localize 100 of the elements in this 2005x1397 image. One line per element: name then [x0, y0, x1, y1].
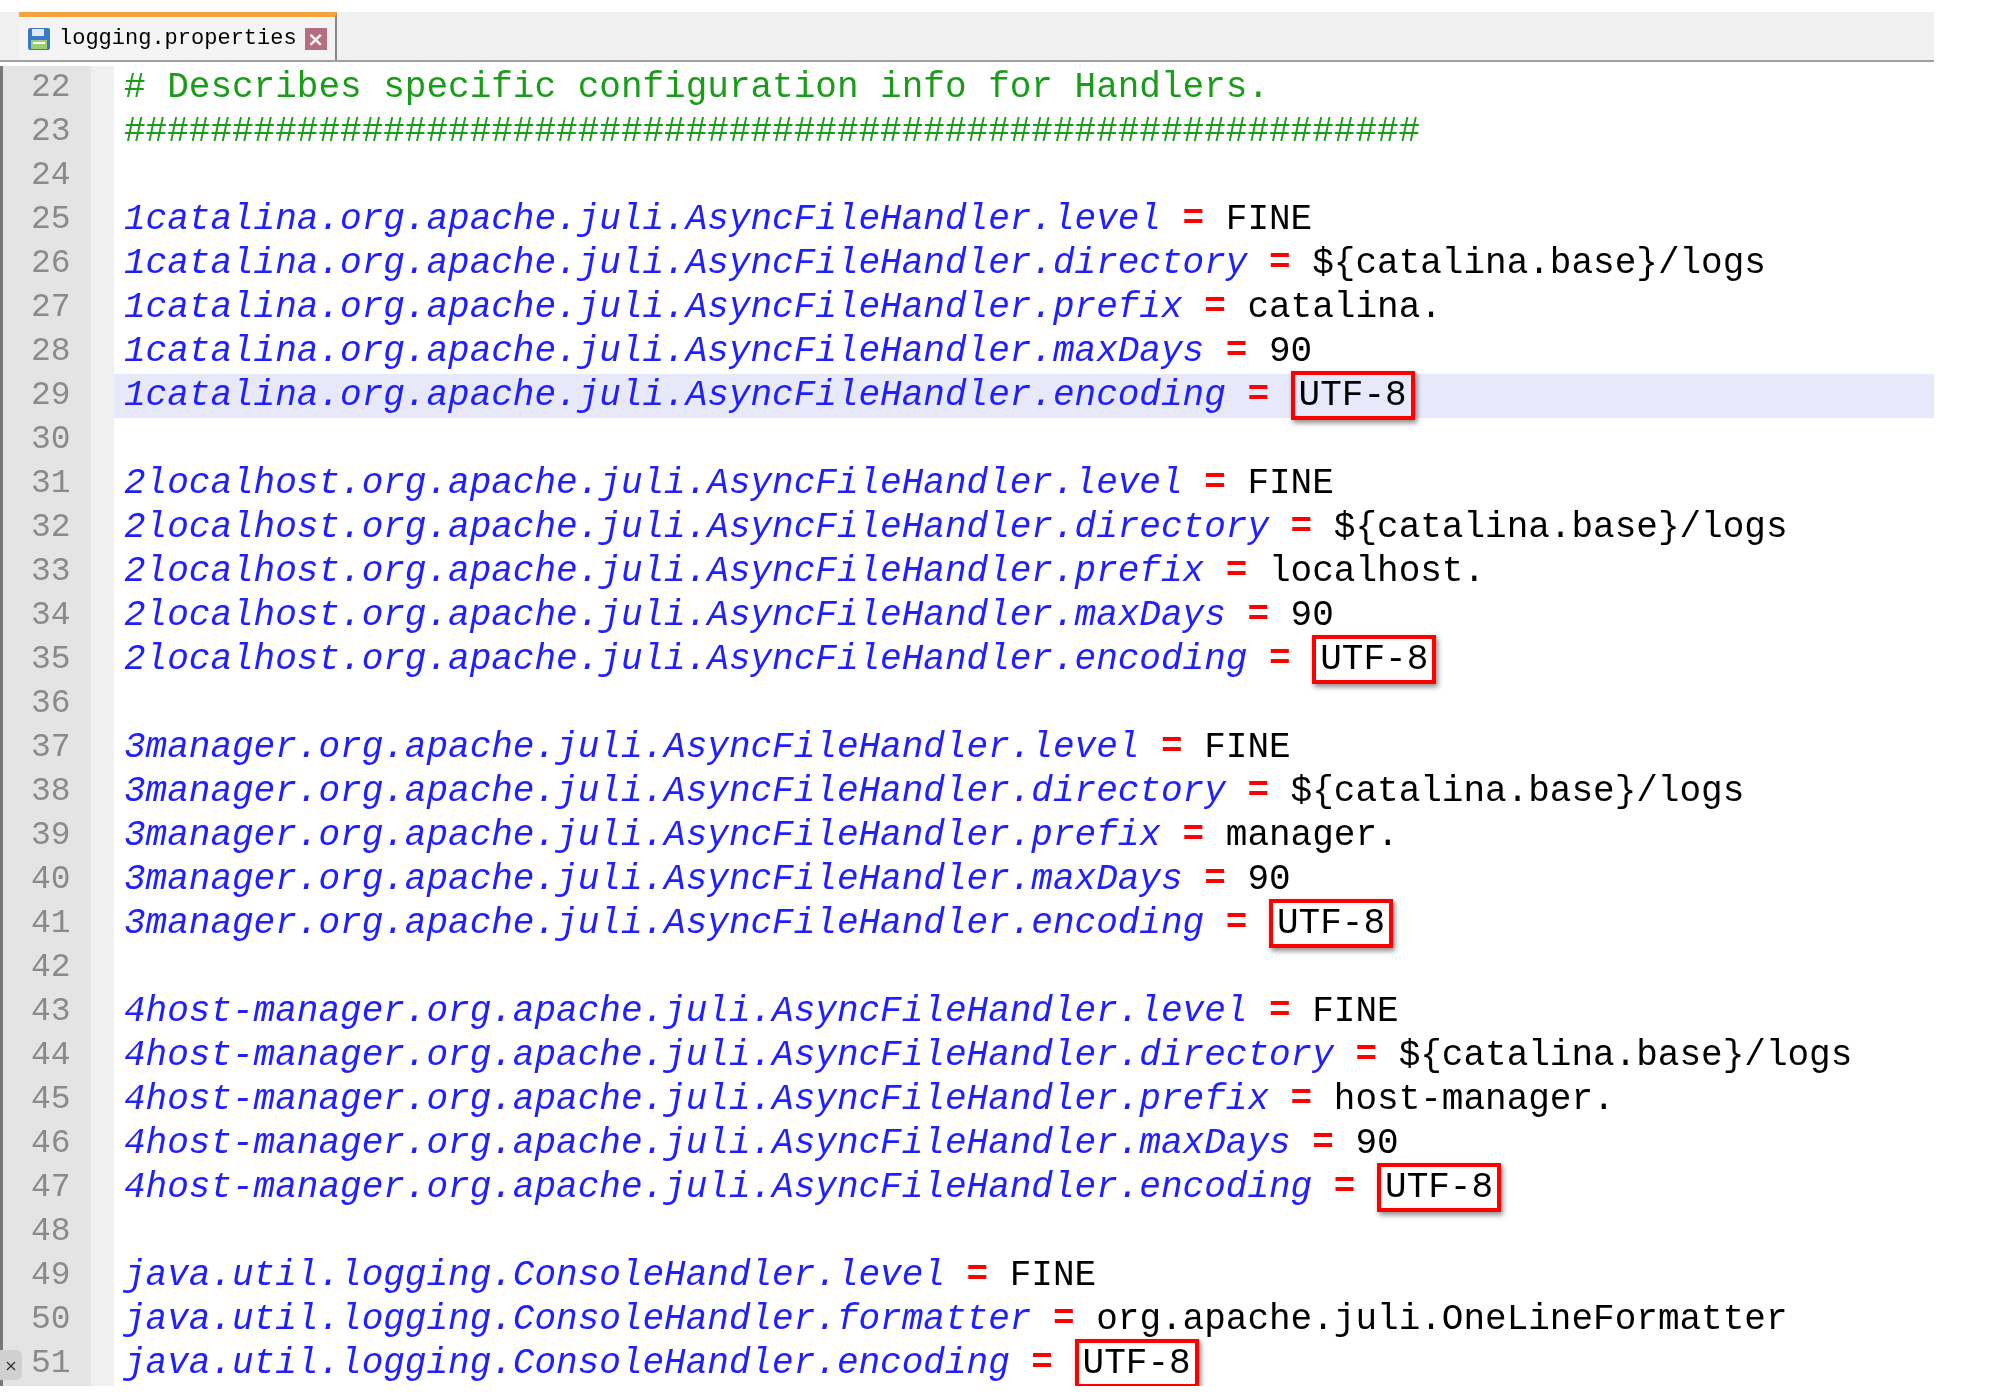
property-key: 1catalina.org.apache.juli.AsyncFileHandler.maxDays	[124, 331, 1205, 372]
property-key: 4host-manager.org.apache.juli.AsyncFileHandler.encoding	[124, 1167, 1313, 1208]
property-key: 3manager.org.apache.juli.AsyncFileHandler.encoding	[124, 903, 1205, 944]
line-number: 23	[0, 110, 114, 154]
line-number: 26	[0, 242, 114, 286]
line-number: 31	[0, 462, 114, 506]
equals-sign: =	[1247, 375, 1269, 416]
highlighted-value: UTF-8	[1074, 1339, 1199, 1386]
highlighted-value: UTF-8	[1377, 1163, 1502, 1212]
equals-sign: =	[1312, 1123, 1334, 1164]
property-value: FINE	[1204, 727, 1291, 768]
property-key: 3manager.org.apache.juli.AsyncFileHandler.directory	[124, 771, 1226, 812]
close-icon[interactable]: ×	[0, 1350, 22, 1380]
line-number: 33	[0, 550, 114, 594]
property-key: 3manager.org.apache.juli.AsyncFileHandler.prefix	[124, 815, 1161, 856]
equals-sign: =	[1269, 243, 1291, 284]
property-key: 1catalina.org.apache.juli.AsyncFileHandler.level	[124, 199, 1161, 240]
line-number: 29	[0, 374, 114, 418]
equals-sign: =	[1247, 771, 1269, 812]
property-value: ${catalina.base}/logs	[1333, 507, 1788, 548]
line-number: 43	[0, 990, 114, 1034]
code-comment: ############################################################	[124, 111, 1421, 152]
line-number: 45	[0, 1078, 114, 1122]
line-number: 44	[0, 1034, 114, 1078]
line-number: 36	[0, 682, 114, 726]
property-value: localhost.	[1269, 551, 1486, 592]
property-key: 2localhost.org.apache.juli.AsyncFileHandler.encoding	[124, 639, 1248, 680]
property-key: 3manager.org.apache.juli.AsyncFileHandler.level	[124, 727, 1140, 768]
line-number: 50	[0, 1298, 114, 1342]
property-value: 90	[1290, 595, 1334, 636]
property-key: 1catalina.org.apache.juli.AsyncFileHandler.prefix	[124, 287, 1183, 328]
line-number: 37	[0, 726, 114, 770]
equals-sign: =	[1290, 1079, 1313, 1120]
line-number: 46	[0, 1122, 114, 1166]
line-number: 47	[0, 1166, 114, 1210]
property-value: FINE	[1312, 991, 1399, 1032]
property-key: 1catalina.org.apache.juli.AsyncFileHandler.encoding	[124, 375, 1226, 416]
property-value: ${catalina.base}/logs	[1398, 1035, 1853, 1076]
property-value: ${catalina.base}/logs	[1312, 243, 1766, 284]
equals-sign: =	[1225, 551, 1248, 592]
property-value: FINE	[1247, 463, 1334, 504]
highlighted-value: UTF-8	[1290, 371, 1415, 420]
code-comment: # Describes specific configuration info for Handlers.	[124, 67, 1269, 108]
equals-sign: =	[1269, 991, 1291, 1032]
line-number: 24	[0, 154, 114, 198]
line-number: 42	[0, 946, 114, 990]
highlighted-value: UTF-8	[1269, 899, 1394, 948]
equals-sign: =	[1225, 331, 1248, 372]
property-key: 4host-manager.org.apache.juli.AsyncFileHandler.maxDays	[124, 1123, 1291, 1164]
close-icon[interactable]: ×	[304, 27, 327, 50]
line-number: 28	[0, 330, 114, 374]
property-key: java.util.logging.ConsoleHandler.formatter	[124, 1299, 1032, 1340]
line-number: 27	[0, 286, 114, 330]
property-value: FINE	[1009, 1255, 1097, 1296]
equals-sign: =	[1182, 815, 1205, 856]
line-number: 34	[0, 594, 114, 638]
line-number: 38	[0, 770, 114, 814]
property-key: java.util.logging.ConsoleHandler.encoding	[124, 1343, 1010, 1384]
line-number: 49	[0, 1254, 114, 1298]
equals-sign: =	[1225, 903, 1248, 944]
equals-sign: =	[1247, 595, 1269, 636]
equals-sign: =	[1052, 1299, 1075, 1340]
equals-sign: =	[1355, 1035, 1377, 1076]
property-key: 2localhost.org.apache.juli.AsyncFileHandler.maxDays	[124, 595, 1226, 636]
line-number: 30	[0, 418, 114, 462]
equals-sign: =	[1290, 507, 1313, 548]
property-value: ${catalina.base}/logs	[1290, 771, 1745, 812]
property-key: 4host-manager.org.apache.juli.AsyncFileHandler.level	[124, 991, 1248, 1032]
equals-sign: =	[1269, 639, 1291, 680]
equals-sign: =	[1031, 1343, 1053, 1384]
property-key: 2localhost.org.apache.juli.AsyncFileHandler.prefix	[124, 551, 1205, 592]
property-key: 3manager.org.apache.juli.AsyncFileHandler.maxDays	[124, 859, 1183, 900]
property-key: java.util.logging.ConsoleHandler.level	[124, 1255, 945, 1296]
property-key: 2localhost.org.apache.juli.AsyncFileHandler.directory	[124, 507, 1269, 548]
line-number: 48	[0, 1210, 114, 1254]
file-tab[interactable]: logging.properties ×	[19, 12, 337, 60]
line-number: 35	[0, 638, 114, 682]
property-key: 4host-manager.org.apache.juli.AsyncFileHandler.prefix	[124, 1079, 1269, 1120]
line-number: 22	[0, 66, 114, 110]
equals-sign: =	[1161, 727, 1183, 768]
tab-title: logging.properties	[59, 26, 297, 51]
property-value: manager.	[1225, 815, 1399, 856]
highlighted-value: UTF-8	[1312, 635, 1437, 684]
property-value: host-manager.	[1333, 1079, 1615, 1120]
equals-sign: =	[1182, 199, 1205, 240]
property-value: 90	[1247, 859, 1291, 900]
line-number: 32	[0, 506, 114, 550]
line-number: 40	[0, 858, 114, 902]
property-value: org.apache.juli.OneLineFormatter	[1096, 1299, 1788, 1340]
property-key: 2localhost.org.apache.juli.AsyncFileHandler.level	[124, 463, 1183, 504]
equals-sign: =	[1333, 1167, 1356, 1208]
line-number: 25	[0, 198, 114, 242]
line-number: 41	[0, 902, 114, 946]
equals-sign: =	[1204, 287, 1226, 328]
equals-sign: =	[966, 1255, 989, 1296]
property-value: catalina.	[1247, 287, 1442, 328]
equals-sign: =	[1204, 859, 1226, 900]
equals-sign: =	[1204, 463, 1226, 504]
property-key: 1catalina.org.apache.juli.AsyncFileHandler.directory	[124, 243, 1248, 284]
property-value: 90	[1269, 331, 1313, 372]
